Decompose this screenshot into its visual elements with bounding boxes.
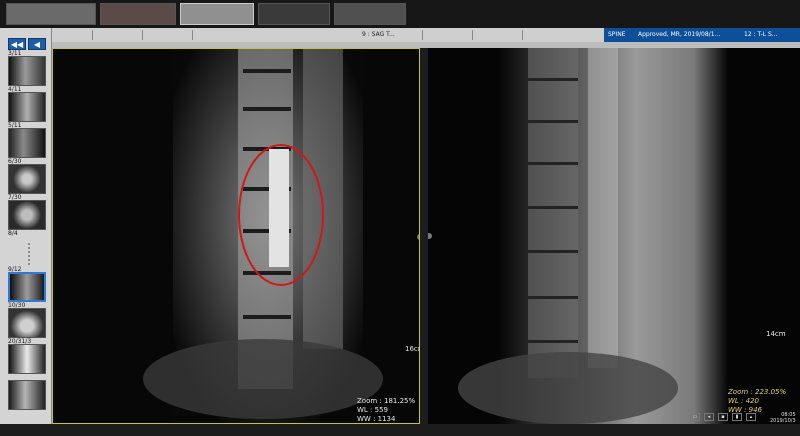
language-icon[interactable]: ▴ <box>746 413 756 421</box>
series-thumbnail[interactable] <box>8 92 46 122</box>
series-thumbnail[interactable] <box>8 308 46 338</box>
series-thumbnail[interactable] <box>8 344 46 374</box>
scale-label: 16cm <box>405 345 419 353</box>
clock-date: 2019/10/3 <box>770 418 796 424</box>
viewport-divider[interactable] <box>420 48 428 424</box>
series-thumbnail[interactable] <box>8 56 46 86</box>
zoom-readout: Zoom : 181.25% <box>357 397 416 405</box>
network-icon[interactable]: ▭ <box>690 413 700 421</box>
series-panel: ◀◀ ◀ 3/11 4/11 5/11 6/30 7/30 8/4 9/12 1… <box>0 28 52 436</box>
series-thumbnail[interactable] <box>8 380 46 410</box>
prev-series-button[interactable]: ◀◀ <box>8 38 26 50</box>
series-thumbnail[interactable] <box>8 164 46 194</box>
series-thumbnail[interactable] <box>8 236 46 266</box>
wl-readout: WL : 420 <box>728 397 759 405</box>
viewport-left[interactable]: 16cm Zoom : 181.25% WL : 559 WW : 1134 <box>52 48 420 424</box>
scale-label: 14cm <box>766 330 786 338</box>
viewport-left-overlay: Zoom : 181.25% WL : 559 WW : 1134 <box>357 397 416 423</box>
study-body-part: SPINE <box>608 31 626 38</box>
wl-readout: WL : 559 <box>357 406 388 414</box>
viewer-header: 9 : SAG T... SPINE Approved, MR, 2019/08… <box>52 28 800 42</box>
top-thumbnail-strip <box>0 0 800 28</box>
viewport-right[interactable]: 14cm Zoom : 223.05% WL : 420 WW : 946 <box>428 48 800 424</box>
left-series-title: 9 : SAG T... <box>362 31 395 38</box>
volume-icon[interactable]: ◂ <box>704 413 714 421</box>
study-status: Approved, MR, 2019/08/1... <box>638 31 721 38</box>
viewport-right-overlay: Zoom : 223.05% WL : 420 WW : 946 <box>728 388 786 415</box>
study-thumbnail[interactable] <box>100 3 176 25</box>
ww-readout: WW : 1134 <box>357 415 396 423</box>
battery-icon[interactable]: ▮ <box>732 413 742 421</box>
right-series-title: 12 : T-L S... <box>744 31 778 38</box>
study-info-bar: SPINE Approved, MR, 2019/08/1... 12 : T-… <box>604 28 800 42</box>
study-thumbnail[interactable] <box>258 3 330 25</box>
taskbar <box>0 424 800 436</box>
study-thumbnail[interactable] <box>180 3 254 25</box>
mri-image-left <box>53 49 419 423</box>
study-thumbnail[interactable] <box>6 3 96 25</box>
series-thumbnail-selected[interactable] <box>8 272 46 302</box>
system-clock[interactable]: 08:05 2019/10/3 <box>770 412 796 424</box>
mri-image-right <box>428 48 800 424</box>
scout-icon <box>28 243 30 265</box>
zoom-readout: Zoom : 223.05% <box>728 388 787 396</box>
next-series-button[interactable]: ◀ <box>28 38 46 50</box>
series-thumbnail[interactable] <box>8 128 46 158</box>
study-thumbnail[interactable] <box>334 3 406 25</box>
series-thumbnail[interactable] <box>8 200 46 230</box>
notification-icon[interactable]: ▪ <box>718 413 728 421</box>
